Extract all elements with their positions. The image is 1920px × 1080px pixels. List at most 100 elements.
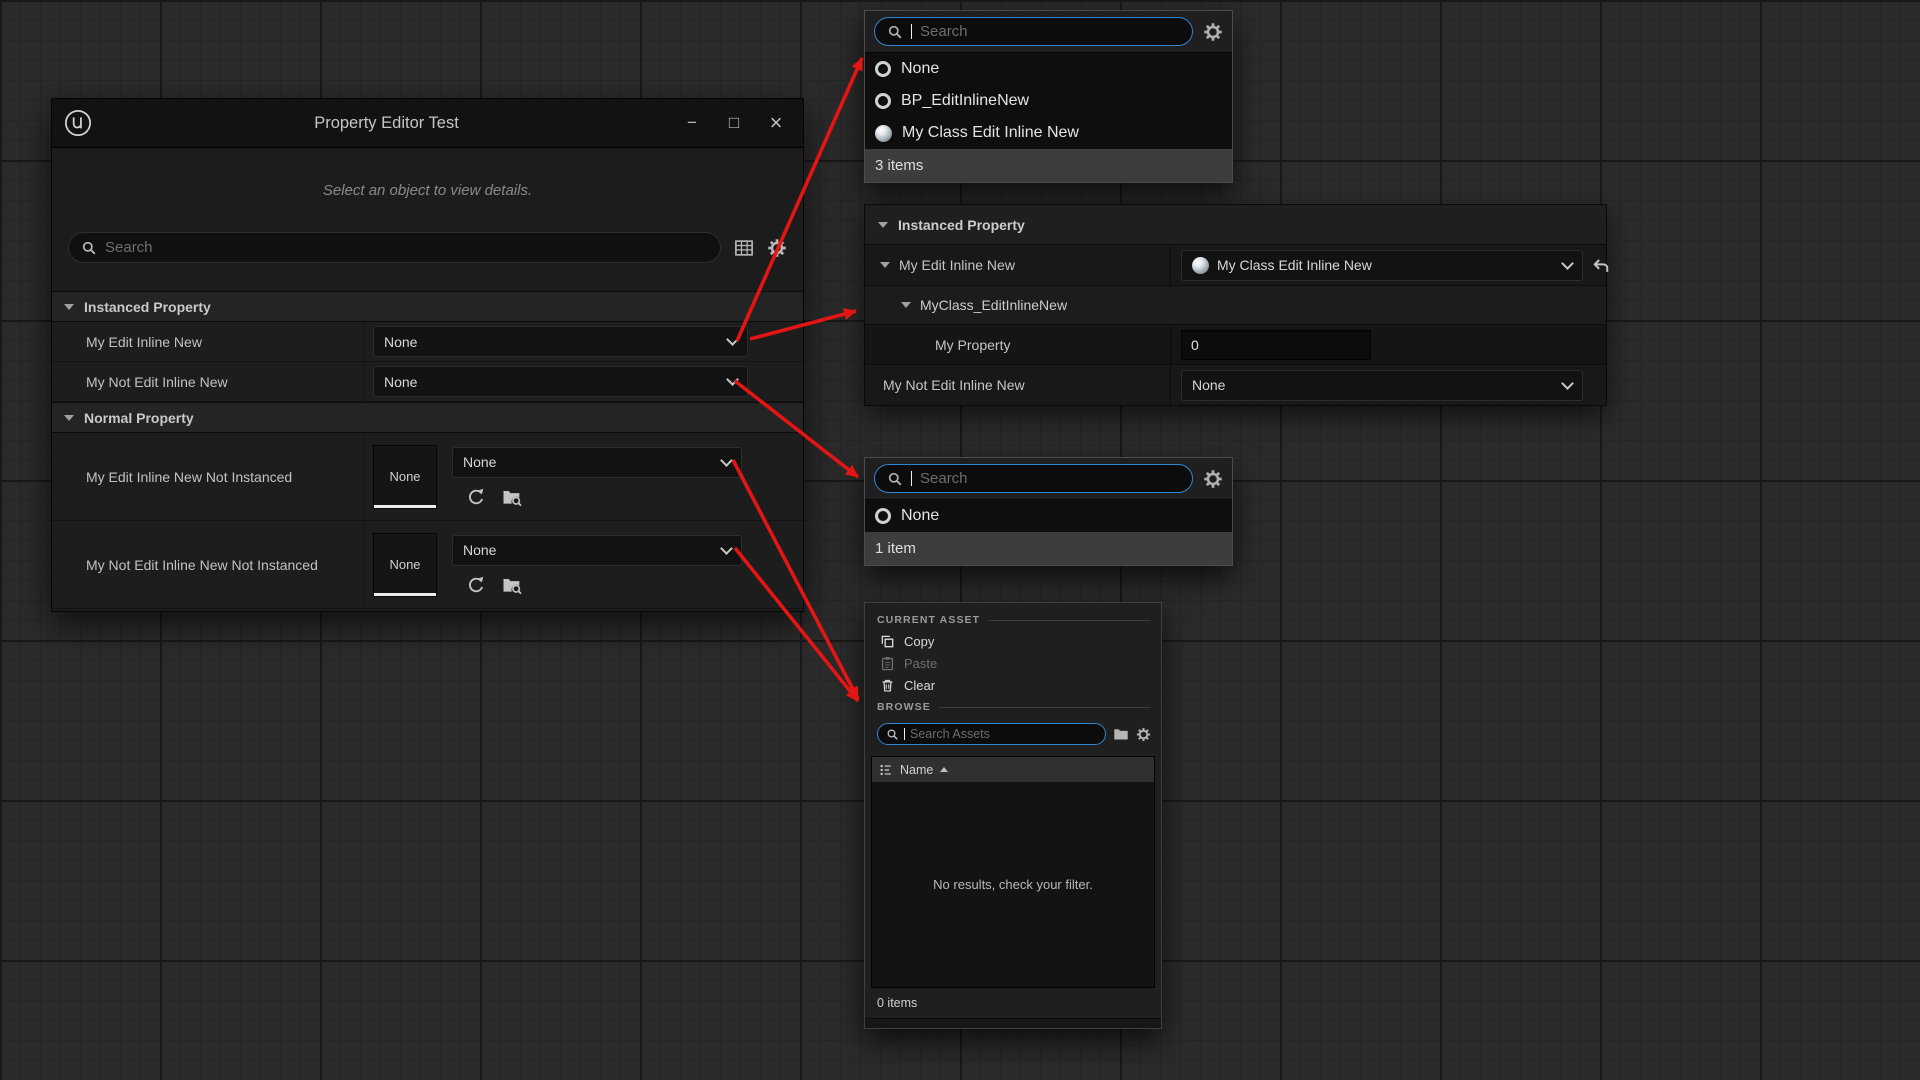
section-header-instanced-property[interactable]: Instanced Property bbox=[865, 205, 1606, 245]
asset-dropdown[interactable]: None bbox=[452, 535, 742, 566]
search-icon bbox=[887, 471, 903, 487]
asset-dropdown[interactable]: None bbox=[452, 447, 742, 478]
property-row-not-edit-inline-new: My Not Edit Inline New None bbox=[52, 362, 803, 402]
item-count-footer: 3 items bbox=[865, 149, 1232, 182]
details-search-row: Search bbox=[68, 232, 787, 263]
search-placeholder: Search bbox=[920, 23, 968, 40]
browse-to-asset-icon[interactable] bbox=[502, 487, 522, 507]
asset-thumbnail[interactable]: None bbox=[373, 533, 437, 597]
use-selected-asset-icon[interactable] bbox=[466, 575, 486, 595]
list-view-icon[interactable] bbox=[879, 763, 893, 777]
section-label: Normal Property bbox=[84, 410, 194, 426]
property-row-edit-inline-new: My Edit Inline New None bbox=[52, 322, 803, 362]
viewport-grid-background: Property Editor Test − □ × Select an obj… bbox=[0, 0, 1920, 1080]
details-search-input[interactable]: Search bbox=[68, 232, 721, 263]
edit-inline-new-dropdown[interactable]: None bbox=[373, 326, 748, 357]
row-my-not-edit-inline-new: My Not Edit Inline New None bbox=[865, 365, 1606, 405]
dropdown-value: None bbox=[463, 454, 496, 470]
section-label: Instanced Property bbox=[84, 299, 211, 315]
none-picker-list: None bbox=[865, 499, 1232, 532]
asset-search-input[interactable]: Search Assets bbox=[877, 723, 1106, 745]
paste-menu-item[interactable]: Paste bbox=[865, 652, 1161, 674]
undo-arrow-icon bbox=[1591, 255, 1611, 275]
collapse-triangle-icon bbox=[880, 262, 890, 268]
close-button[interactable]: × bbox=[755, 105, 797, 141]
settings-gear-icon[interactable] bbox=[1136, 727, 1151, 742]
use-selected-asset-icon[interactable] bbox=[466, 487, 486, 507]
window-controls: − □ × bbox=[665, 105, 797, 141]
dropdown-value: None bbox=[463, 542, 496, 558]
asset-list-header[interactable]: Name bbox=[872, 757, 1154, 782]
chevron-down-icon bbox=[720, 454, 733, 467]
copy-menu-item[interactable]: Copy bbox=[865, 630, 1161, 652]
row-my-edit-inline-new: My Edit Inline New My Class Edit Inline … bbox=[865, 245, 1606, 286]
divider-line bbox=[988, 620, 1151, 621]
maximize-button[interactable]: □ bbox=[713, 105, 755, 141]
search-icon bbox=[81, 240, 97, 256]
not-edit-inline-new-dropdown[interactable]: None bbox=[373, 366, 748, 397]
window-title: Property Editor Test bbox=[108, 114, 665, 133]
list-item-none[interactable]: None bbox=[865, 53, 1232, 85]
collapse-triangle-icon bbox=[64, 415, 74, 421]
section-header-normal-property[interactable]: Normal Property bbox=[52, 402, 803, 433]
name-column-header[interactable]: Name bbox=[900, 763, 933, 777]
window-titlebar[interactable]: Property Editor Test − □ × bbox=[52, 99, 803, 148]
settings-gear-icon[interactable] bbox=[1203, 22, 1223, 42]
unreal-logo-icon bbox=[64, 109, 108, 137]
edit-inline-new-class-combo[interactable]: My Class Edit Inline New bbox=[1181, 250, 1583, 281]
class-picker-list: None BP_EditInlineNew My Class Edit Inli… bbox=[865, 52, 1232, 149]
folder-icon[interactable] bbox=[1113, 726, 1129, 742]
details-view-options-icon[interactable] bbox=[734, 238, 754, 258]
asset-thumbnail[interactable]: None bbox=[373, 445, 437, 509]
browse-to-asset-icon[interactable] bbox=[502, 575, 522, 595]
list-item-bp-editinlinenew[interactable]: BP_EditInlineNew bbox=[865, 85, 1232, 117]
current-asset-section-label: CURRENT ASSET bbox=[865, 609, 1161, 630]
property-label: My Property bbox=[935, 337, 1010, 353]
dropdown-value: None bbox=[1192, 377, 1225, 393]
object-label: MyClass_EditInlineNew bbox=[920, 297, 1067, 313]
property-label: My Edit Inline New bbox=[899, 257, 1015, 273]
settings-gear-icon[interactable] bbox=[767, 238, 787, 258]
chevron-down-icon bbox=[726, 373, 739, 386]
minimize-button[interactable]: − bbox=[671, 105, 713, 141]
class-picker-popup: Search None BP_EditInlineNew My Class Ed… bbox=[864, 10, 1233, 183]
thumbnail-label: None bbox=[389, 557, 420, 572]
my-property-value-field[interactable]: 0 bbox=[1181, 330, 1371, 360]
clear-menu-item[interactable]: Clear bbox=[865, 674, 1161, 696]
list-item-my-class-edit-inline-new[interactable]: My Class Edit Inline New bbox=[865, 117, 1232, 149]
text-caret bbox=[911, 24, 912, 39]
settings-gear-icon[interactable] bbox=[1203, 469, 1223, 489]
paste-icon bbox=[880, 656, 895, 671]
chevron-down-icon bbox=[726, 333, 739, 346]
collapse-triangle-icon bbox=[64, 304, 74, 310]
asset-list: Name No results, check your filter. bbox=[871, 756, 1155, 988]
search-placeholder: Search bbox=[920, 470, 968, 487]
property-editor-test-window: Property Editor Test − □ × Select an obj… bbox=[51, 98, 804, 612]
popup-bottom-strip bbox=[865, 1018, 1161, 1028]
chevron-down-icon bbox=[1561, 377, 1574, 390]
class-picker-search-input[interactable]: Search bbox=[874, 17, 1193, 46]
dropdown-value: None bbox=[384, 334, 417, 350]
chevron-down-icon bbox=[720, 542, 733, 555]
section-header-instanced-property[interactable]: Instanced Property bbox=[52, 291, 803, 322]
property-row-edit-inline-new-not-instanced: My Edit Inline New Not Instanced None No… bbox=[52, 433, 803, 521]
item-count-footer: 1 item bbox=[865, 532, 1232, 565]
text-caret bbox=[911, 471, 912, 486]
none-picker-search-input[interactable]: Search bbox=[874, 464, 1193, 493]
sort-ascending-icon bbox=[940, 767, 948, 772]
search-placeholder: Search Assets bbox=[910, 727, 990, 741]
search-icon bbox=[887, 24, 903, 40]
dropdown-value: None bbox=[384, 374, 417, 390]
not-edit-inline-new-dropdown[interactable]: None bbox=[1181, 370, 1583, 401]
list-item-none[interactable]: None bbox=[865, 500, 1232, 532]
details-hint-text: Select an object to view details. bbox=[52, 182, 803, 202]
property-row-not-edit-inline-new-not-instanced: My Not Edit Inline New Not Instanced Non… bbox=[52, 521, 803, 609]
reset-to-default-button[interactable] bbox=[1591, 255, 1611, 275]
item-count-footer: 0 items bbox=[865, 988, 1161, 1018]
none-picker-popup: Search None 1 item bbox=[864, 457, 1233, 566]
instanced-property-details-panel: Instanced Property My Edit Inline New My… bbox=[864, 204, 1607, 406]
property-label: My Not Edit Inline New bbox=[883, 377, 1025, 393]
row-my-property: My Property 0 bbox=[865, 325, 1606, 365]
class-sphere-icon bbox=[875, 125, 892, 142]
row-myclass-editinlinenew[interactable]: MyClass_EditInlineNew bbox=[865, 286, 1606, 325]
